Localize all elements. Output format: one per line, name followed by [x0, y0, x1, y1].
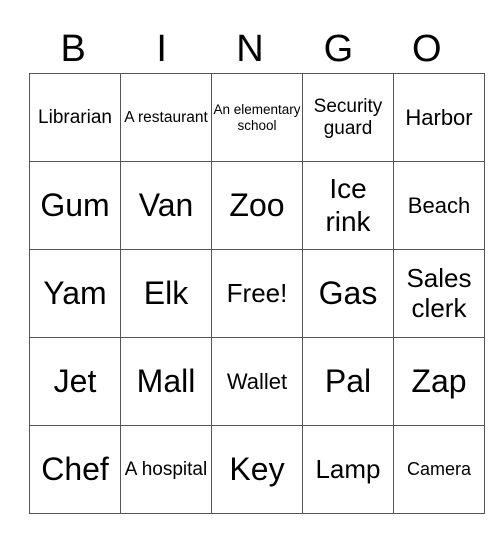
bingo-cell[interactable]: Mall — [120, 337, 212, 426]
header-letter-b: B — [60, 28, 86, 70]
bingo-cell[interactable]: Elk — [120, 249, 212, 338]
free-space-cell[interactable]: Free! — [211, 249, 303, 338]
bingo-header: B I N G O — [29, 24, 471, 74]
bingo-cell[interactable]: Lamp — [302, 425, 394, 514]
bingo-cell[interactable]: Chef — [29, 425, 121, 514]
bingo-cell[interactable]: Yam — [29, 249, 121, 338]
bingo-cell[interactable]: Ice rink — [302, 161, 394, 250]
bingo-cell[interactable]: Zoo — [211, 161, 303, 250]
bingo-cell[interactable]: Sales clerk — [393, 249, 485, 338]
bingo-cell[interactable]: Jet — [29, 337, 121, 426]
bingo-cell[interactable]: Key — [211, 425, 303, 514]
bingo-cell[interactable]: Librarian — [29, 73, 121, 162]
header-letter-i: I — [156, 28, 167, 70]
grid-row: Yam Elk Free! Gas Sales clerk — [29, 249, 485, 338]
bingo-cell[interactable]: Security guard — [302, 73, 394, 162]
grid-row: Jet Mall Wallet Pal Zap — [29, 337, 485, 426]
bingo-cell[interactable]: Camera — [393, 425, 485, 514]
grid-row: Chef A hospital Key Lamp Camera — [29, 425, 485, 514]
bingo-cell[interactable]: Wallet — [211, 337, 303, 426]
bingo-cell[interactable]: Zap — [393, 337, 485, 426]
bingo-cell[interactable]: A hospital — [120, 425, 212, 514]
bingo-cell[interactable]: Van — [120, 161, 212, 250]
bingo-cell[interactable]: Harbor — [393, 73, 485, 162]
bingo-cell[interactable]: An elementary school — [211, 73, 303, 162]
bingo-cell[interactable]: Pal — [302, 337, 394, 426]
bingo-cell[interactable]: A restaurant — [120, 73, 212, 162]
bingo-grid: Librarian A restaurant An elementary sch… — [29, 73, 485, 514]
bingo-cell[interactable]: Gas — [302, 249, 394, 338]
grid-row: Gum Van Zoo Ice rink Beach — [29, 161, 485, 250]
bingo-cell[interactable]: Gum — [29, 161, 121, 250]
header-letter-n: N — [236, 28, 264, 70]
grid-row: Librarian A restaurant An elementary sch… — [29, 73, 485, 162]
bingo-cell[interactable]: Beach — [393, 161, 485, 250]
header-letter-g: G — [323, 28, 354, 70]
header-letter-o: O — [412, 28, 442, 70]
